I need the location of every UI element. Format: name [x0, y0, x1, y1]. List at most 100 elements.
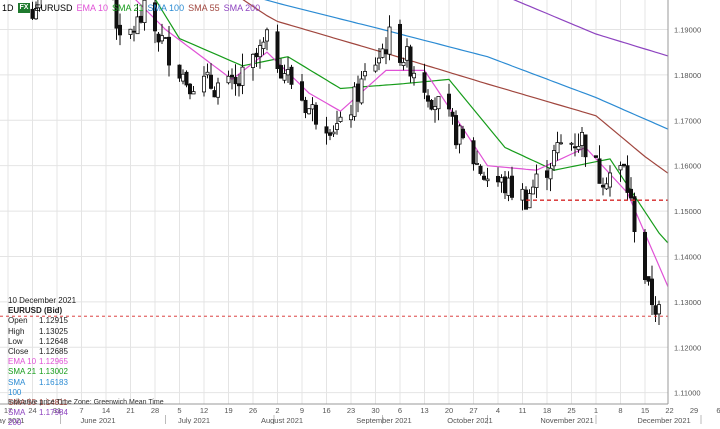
candle-up — [353, 87, 356, 117]
candle-down — [650, 279, 653, 305]
candle-up — [262, 42, 265, 48]
candle-down — [503, 177, 506, 193]
x-tick-label: 5 — [177, 406, 181, 415]
x-axis: 1724317142128512192629162330613202741118… — [0, 404, 720, 424]
chart-overlays: 1.152301.12685 — [0, 195, 720, 353]
candle-up — [521, 189, 524, 200]
candle-down — [304, 100, 307, 112]
x-tick-label: 6 — [398, 406, 402, 415]
candle-up — [202, 76, 205, 92]
candle-down — [234, 77, 237, 83]
candle-up — [206, 72, 209, 75]
candle-down — [188, 84, 191, 94]
x-tick-label: 4 — [496, 406, 500, 415]
y-tick-label: 1.12000 — [674, 343, 701, 352]
candle-up — [283, 74, 286, 81]
candle-up — [531, 187, 534, 194]
candle-up — [335, 124, 338, 130]
month-label: August 2021 — [261, 416, 303, 424]
y-tick-label: 1.18000 — [674, 71, 701, 80]
fx-badge-icon: FX — [18, 3, 31, 13]
candle-up — [559, 143, 562, 144]
info-date: 10 December 2021 — [8, 296, 76, 306]
indicator-sma21[interactable]: SMA 21 — [112, 3, 144, 13]
candle-up — [374, 65, 377, 71]
candle-down — [633, 197, 636, 232]
info-label: Low — [8, 337, 39, 347]
x-tick-label: 9 — [300, 406, 304, 415]
candle-up — [136, 17, 139, 34]
timeframe-label[interactable]: 1D — [2, 3, 14, 13]
x-tick-label: 14 — [102, 406, 110, 415]
candle-down — [157, 34, 160, 42]
candle-down — [118, 25, 121, 35]
candle-up — [535, 174, 538, 188]
indicator-sma200[interactable]: SMA 200 — [224, 3, 261, 13]
candle-up — [363, 71, 366, 75]
x-tick-label: 6 — [716, 406, 720, 415]
candle-up — [580, 132, 583, 145]
info-row-high: High1.13025 — [8, 327, 76, 337]
candle-up — [549, 168, 552, 179]
candle-down — [451, 112, 454, 116]
candle-up — [577, 146, 580, 149]
info-title: EURUSD (Bid) — [8, 306, 76, 316]
candle-up — [556, 143, 559, 153]
x-tick-label: 29 — [690, 406, 698, 415]
candle-down — [510, 176, 513, 197]
x-tick-label: 13 — [420, 406, 428, 415]
y-tick-label: 1.19000 — [674, 26, 701, 35]
price-chart[interactable]: 1.152301.12685 1.190001.180001.170001.16… — [0, 0, 720, 424]
info-row-sma21: SMA 211.13002 — [8, 367, 76, 377]
candle-up — [475, 163, 478, 164]
symbol-label[interactable]: EURUSD — [34, 3, 72, 13]
candle-up — [349, 115, 352, 120]
x-tick-label: 11 — [519, 406, 527, 415]
ohlc-info-panel: 10 December 2021 EURUSD (Bid) Open1.1291… — [8, 296, 76, 429]
candle-down — [237, 84, 240, 86]
candle-up — [241, 67, 244, 85]
info-label: Open — [8, 316, 39, 326]
candle-down — [230, 75, 233, 77]
candle-up — [286, 69, 289, 74]
indicator-sma100[interactable]: SMA 100 — [148, 3, 185, 13]
month-label: December 2021 — [637, 416, 690, 424]
x-tick-label: 19 — [224, 406, 232, 415]
candle-up — [405, 47, 408, 61]
candle-down — [629, 189, 632, 198]
candle-up — [164, 38, 167, 39]
y-tick-label: 1.16000 — [674, 162, 701, 171]
candle-down — [328, 133, 331, 136]
candle-up — [307, 109, 310, 114]
candle-up — [332, 132, 335, 134]
indicator-sma55[interactable]: SMA 55 — [188, 3, 220, 13]
candle-up — [129, 29, 132, 34]
candle-up — [181, 74, 184, 81]
x-tick-label: 20 — [445, 406, 453, 415]
candle-down — [213, 91, 216, 97]
info-label: SMA 200 — [8, 408, 39, 428]
candle-down — [545, 171, 548, 178]
candle-up — [339, 117, 342, 121]
info-label: EMA 10 — [8, 357, 39, 367]
info-footer: Indicative price Time Zone: Greenwich Me… — [8, 399, 164, 406]
info-value: 1.13025 — [39, 327, 68, 337]
info-value: 1.16183 — [39, 378, 68, 398]
candle-down — [398, 24, 401, 62]
moving-average-lines — [33, 0, 720, 306]
x-tick-label: 30 — [371, 406, 379, 415]
candle-up — [258, 46, 261, 57]
candle-down — [314, 105, 317, 124]
ema10-line — [33, 0, 720, 306]
candle-down — [384, 50, 387, 54]
y-tick-label: 1.14000 — [674, 252, 701, 261]
month-label: July 2021 — [178, 416, 210, 424]
y-axis: 1.190001.180001.170001.160001.150001.140… — [668, 0, 720, 424]
candle-down — [482, 176, 485, 179]
candle-down — [132, 31, 135, 32]
info-value: 1.12685 — [39, 347, 68, 357]
month-label: September 2021 — [356, 416, 411, 424]
indicator-ema10[interactable]: EMA 10 — [76, 3, 108, 13]
x-tick-label: 22 — [665, 406, 673, 415]
candle-down — [461, 129, 464, 138]
